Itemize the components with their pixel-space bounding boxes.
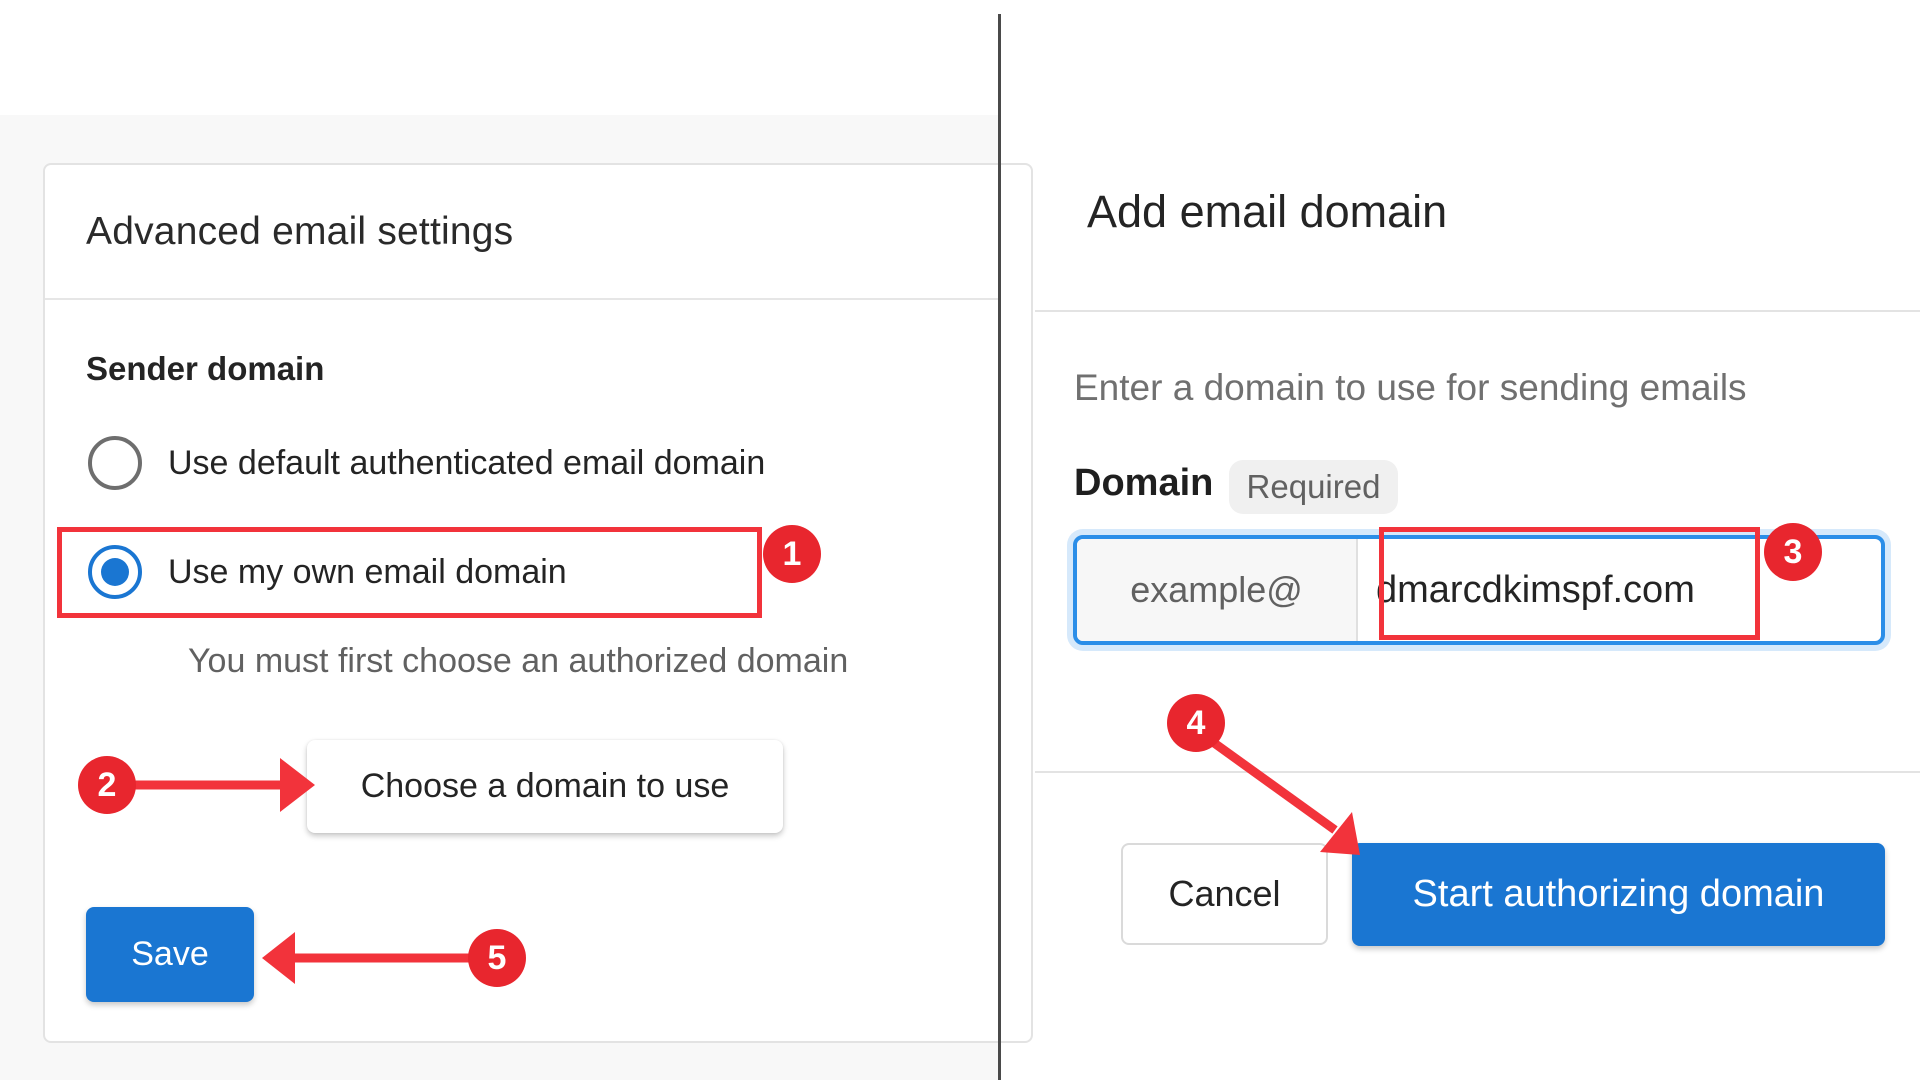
dialog-footer-divider (1035, 771, 1920, 773)
required-badge: Required (1229, 460, 1398, 514)
step-badge-4: 4 (1167, 694, 1225, 752)
save-button[interactable]: Save (86, 907, 254, 1002)
step-badge-5: 5 (468, 929, 526, 987)
radio-option-own-domain[interactable]: Use my own email domain (88, 542, 567, 602)
card-title: Advanced email settings (86, 210, 514, 253)
card-header-divider (45, 298, 998, 300)
radio-checked-icon[interactable] (88, 545, 142, 599)
dialog-subtitle: Enter a domain to use for sending emails (1074, 367, 1747, 408)
arrow-step-4 (1207, 736, 1338, 834)
radio-unchecked-icon[interactable] (88, 436, 142, 490)
step-badge-3: 3 (1764, 523, 1822, 581)
input-prefix: example@ (1077, 539, 1358, 641)
domain-field-label: Domain (1074, 462, 1214, 504)
step-badge-2: 2 (78, 756, 136, 814)
start-authorizing-button[interactable]: Start authorizing domain (1352, 843, 1885, 946)
helper-text: You must first choose an authorized doma… (188, 642, 849, 680)
cancel-button[interactable]: Cancel (1121, 843, 1328, 945)
dialog-title: Add email domain (1087, 186, 1448, 237)
choose-domain-button[interactable]: Choose a domain to use (307, 740, 783, 833)
radio-label: Use my own email domain (168, 552, 567, 591)
panel-separator (998, 14, 1001, 1080)
radio-option-default-domain[interactable]: Use default authenticated email domain (88, 433, 765, 493)
step-badge-1: 1 (763, 525, 821, 583)
sender-domain-label: Sender domain (86, 350, 325, 387)
dialog-header-divider (1035, 310, 1920, 312)
radio-label: Use default authenticated email domain (168, 443, 766, 482)
